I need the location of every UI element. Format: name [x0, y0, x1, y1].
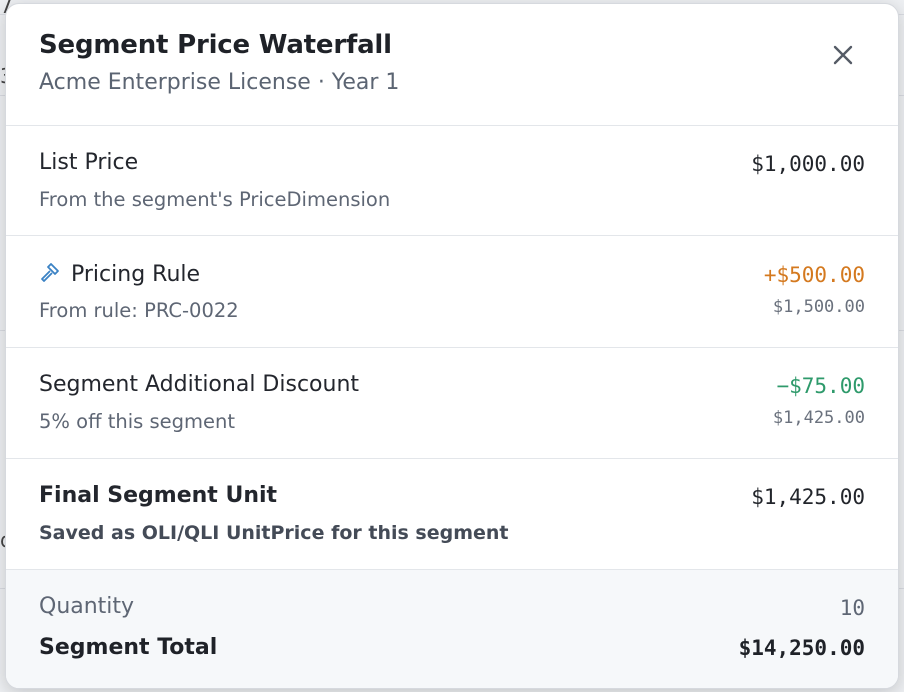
row-label: Pricing Rule	[71, 262, 201, 287]
modal-subtitle: Acme Enterprise License · Year 1	[39, 70, 400, 95]
modal-header: Segment Price Waterfall Acme Enterprise …	[6, 4, 898, 126]
row-label: List Price	[39, 150, 139, 175]
row-running-total: $1,500.00	[772, 297, 865, 317]
waterfall-row-list-price: List Price From the segment's PriceDimen…	[6, 126, 898, 236]
modal-title: Segment Price Waterfall	[39, 30, 392, 60]
segment-total-value: $14,250.00	[738, 636, 865, 660]
row-label: Segment Additional Discount	[39, 372, 360, 397]
row-description: Saved as OLI/QLI UnitPrice for this segm…	[39, 522, 509, 544]
row-amount: $1,425.00	[751, 485, 865, 509]
price-waterfall-modal: Segment Price Waterfall Acme Enterprise …	[5, 3, 899, 689]
row-label-wrap: Pricing Rule	[39, 261, 200, 287]
close-icon[interactable]	[828, 40, 858, 70]
waterfall-row-segment-discount: Segment Additional Discount 5% off this …	[6, 349, 898, 459]
row-running-total: $1,425.00	[772, 408, 865, 428]
segment-total-label: Segment Total	[39, 635, 218, 660]
row-description: From rule: PRC-0022	[39, 299, 239, 322]
modal-footer: Quantity 10 Segment Total $14,250.00	[6, 570, 898, 688]
row-amount: +$500.00	[763, 263, 865, 287]
row-amount: $1,000.00	[751, 152, 865, 176]
row-description: From the segment's PriceDimension	[39, 188, 391, 211]
gavel-icon	[39, 261, 63, 283]
waterfall-row-pricing-rule: Pricing Rule From rule: PRC-0022 +$500.0…	[6, 237, 898, 348]
row-amount: −$75.00	[776, 374, 865, 398]
waterfall-row-final-unit: Final Segment Unit Saved as OLI/QLI Unit…	[6, 460, 898, 570]
row-label: Final Segment Unit	[39, 483, 278, 508]
quantity-value: 10	[839, 596, 865, 620]
quantity-label: Quantity	[39, 594, 135, 619]
row-description: 5% off this segment	[39, 410, 236, 433]
